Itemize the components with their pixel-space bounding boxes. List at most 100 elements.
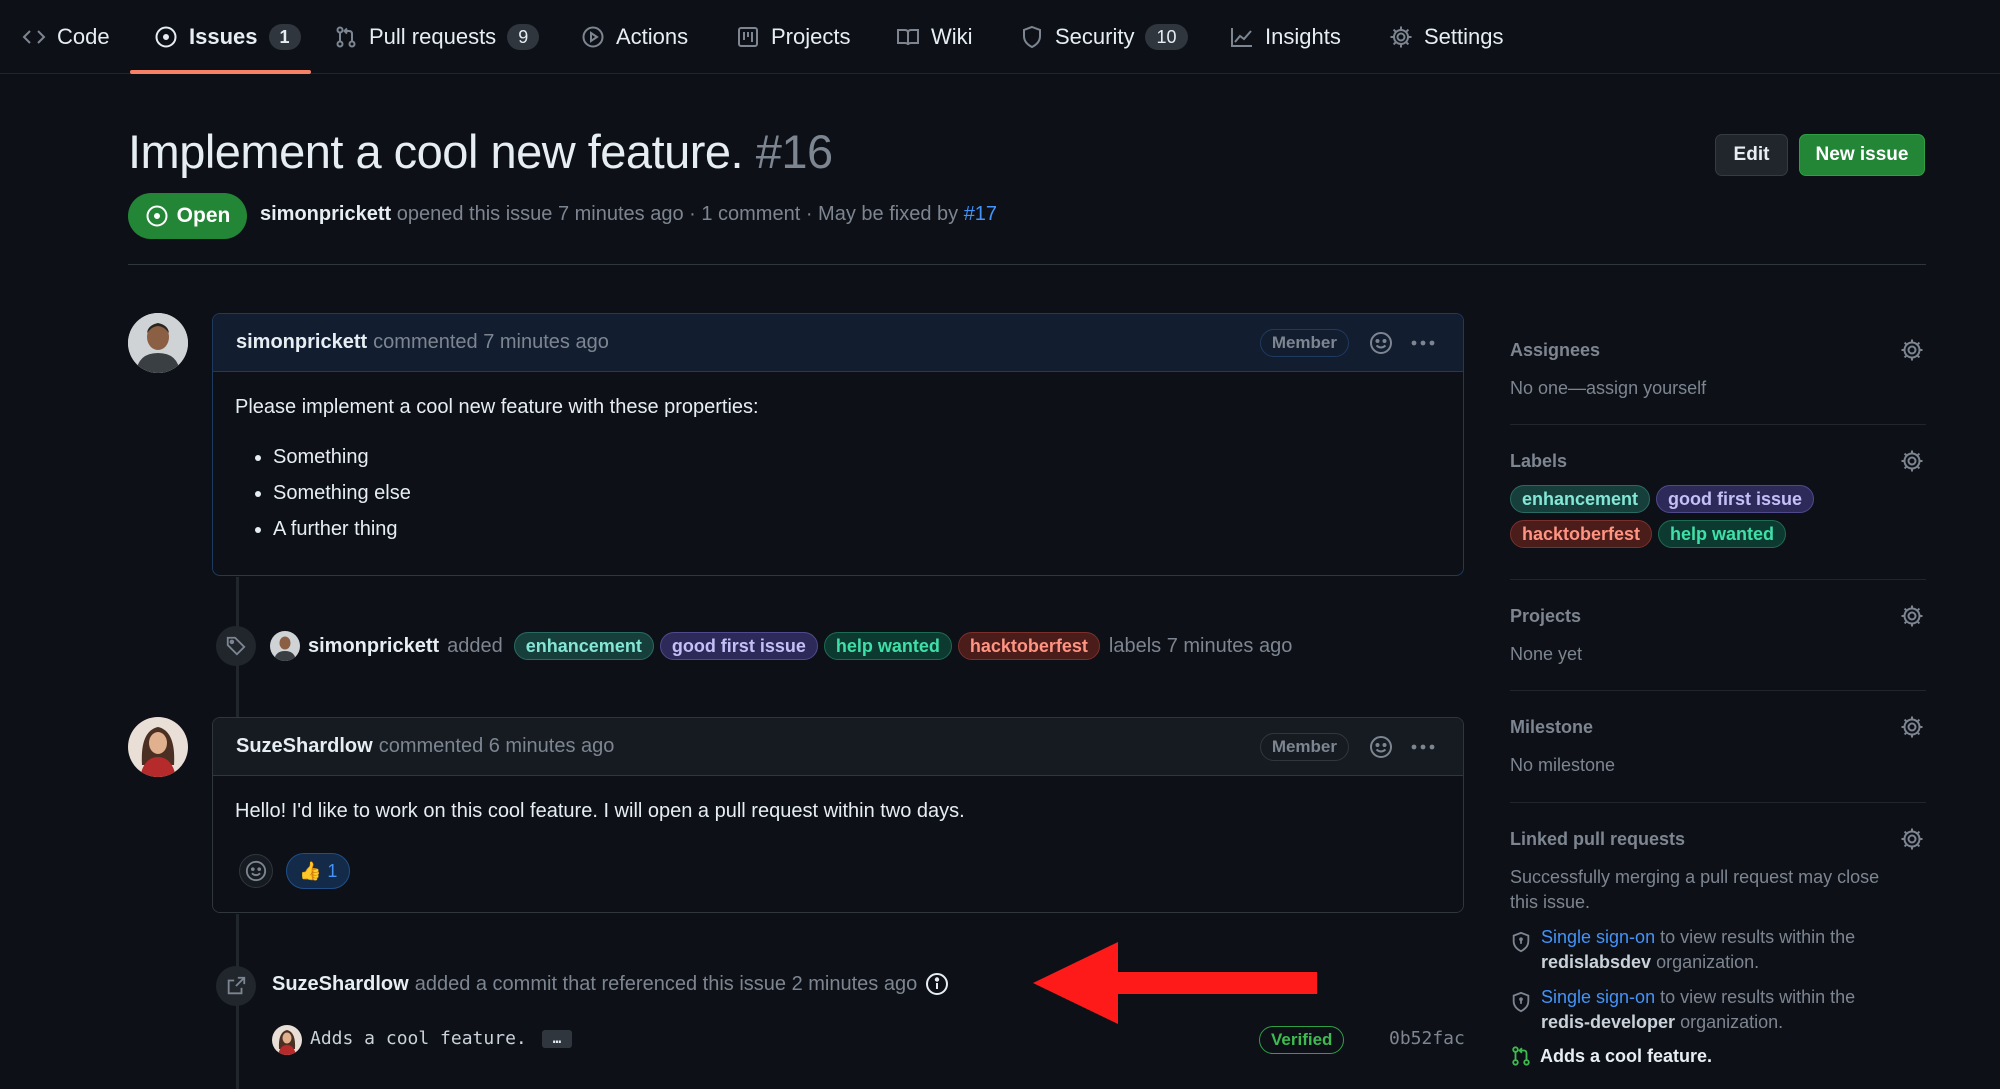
event-text: added a commit that referenced this issu… (414, 972, 918, 995)
tab-pull-requests[interactable]: Pull requests 9 (334, 0, 540, 74)
issue-title-text: Implement a cool new feature. (128, 125, 744, 178)
label-good-first-issue[interactable]: good first issue (1656, 485, 1815, 513)
single-sign-on-link[interactable]: Single sign-on (1541, 987, 1655, 1007)
gear-icon[interactable] (1900, 338, 1924, 362)
comment-time[interactable]: commented 6 minutes ago (379, 735, 615, 758)
event-suffix: labels 7 minutes ago (1108, 634, 1293, 657)
linked-prs-heading[interactable]: Linked pull requests (1510, 827, 1926, 851)
sso-org: redis-developer (1541, 1012, 1676, 1032)
tab-projects[interactable]: Projects (736, 0, 850, 74)
labels-heading[interactable]: Labels (1510, 449, 1926, 473)
commit-message-link[interactable]: Adds a cool feature. (310, 1028, 527, 1049)
sidebar-divider (1510, 424, 1926, 425)
avatar[interactable] (272, 1025, 302, 1055)
tab-label: Projects (771, 24, 851, 49)
tab-issues[interactable]: Issues 1 (154, 0, 301, 74)
tab-settings[interactable]: Settings (1389, 0, 1504, 74)
single-sign-on-link[interactable]: Single sign-on (1541, 927, 1655, 947)
kebab-horizontal-icon[interactable] (1410, 735, 1436, 759)
shield-lock-icon (1510, 991, 1532, 1013)
gear-icon[interactable] (1900, 604, 1924, 628)
smiley-icon[interactable] (1369, 331, 1393, 355)
avatar[interactable] (128, 717, 188, 777)
label-enhancement[interactable]: enhancement (513, 632, 654, 660)
add-reaction-button[interactable] (239, 854, 273, 888)
issue-number: #16 (755, 125, 833, 178)
comment-text: Please implement a cool new feature with… (235, 396, 759, 418)
gear-icon[interactable] (1900, 449, 1924, 473)
projects-value: None yet (1510, 644, 1583, 664)
info-icon[interactable] (925, 972, 949, 996)
verified-badge[interactable]: Verified (1259, 1026, 1345, 1054)
thumbs-up-reaction[interactable]: 👍 1 (286, 853, 351, 889)
event-actor[interactable]: simonprickett (308, 635, 439, 658)
tab-code[interactable]: Code (22, 0, 110, 74)
comment-time[interactable]: commented 7 minutes ago (373, 331, 609, 354)
issues-count: 1 (268, 24, 301, 50)
tab-label: Issues (189, 24, 258, 49)
smiley-icon (245, 860, 267, 882)
issue-meta: simonprickett opened this issue 7 minute… (260, 203, 997, 226)
comment-list: Something Something else A further thing (273, 439, 1441, 547)
label-event: simonprickett added enhancement good fir… (270, 630, 1292, 662)
issue-comment: simonprickett commented 7 minutes ago Me… (212, 313, 1464, 576)
sidebar-labels: Labels enhancement good first issue hack… (1510, 449, 1926, 548)
linked-pr-item[interactable]: Adds a cool feature. (1510, 1045, 1926, 1067)
reaction-count: 1 (327, 860, 338, 881)
shield-icon (1020, 25, 1044, 49)
tab-wiki[interactable]: Wiki (896, 0, 973, 74)
gear-icon (1389, 25, 1413, 49)
label-help-wanted[interactable]: help wanted (823, 632, 952, 660)
issue-state-badge: Open (128, 193, 247, 239)
expand-commit-button[interactable]: … (542, 1030, 572, 1048)
commit-event: SuzeShardlow added a commit that referen… (272, 968, 949, 1000)
gear-icon[interactable] (1900, 827, 1924, 851)
label-hacktoberfest[interactable]: hacktoberfest (957, 632, 1100, 660)
avatar[interactable] (128, 313, 188, 373)
issue-author-link[interactable]: simonprickett (260, 203, 391, 225)
label-good-first-issue[interactable]: good first issue (659, 632, 818, 660)
milestone-heading[interactable]: Milestone (1510, 715, 1926, 739)
tab-label: Settings (1424, 24, 1504, 49)
label-hacktoberfest[interactable]: hacktoberfest (1510, 520, 1653, 548)
linked-pr-title[interactable]: Adds a cool feature. (1540, 1046, 1712, 1067)
smiley-icon[interactable] (1369, 735, 1393, 759)
commit-sha-link[interactable]: 0b52fac (1389, 1028, 1465, 1049)
tab-security[interactable]: Security 10 (1020, 0, 1188, 74)
sso-text: to view results within the (1660, 987, 1856, 1007)
sso-notice: Single sign-on to view results within th… (1510, 985, 1926, 1035)
event-actor[interactable]: SuzeShardlow (272, 973, 409, 996)
tab-label: Code (57, 24, 110, 49)
assignees-heading[interactable]: Assignees (1510, 338, 1926, 362)
kebab-horizontal-icon[interactable] (1410, 331, 1436, 355)
comment-text: Hello! I'd like to work on this cool fea… (235, 800, 965, 822)
list-item: Something else (273, 475, 1441, 511)
new-issue-button[interactable]: New issue (1799, 134, 1925, 176)
tab-insights[interactable]: Insights (1230, 0, 1341, 74)
comment-author[interactable]: simonprickett (236, 331, 367, 354)
sidebar-divider (1510, 579, 1926, 580)
sso-notice: Single sign-on to view results within th… (1510, 925, 1926, 975)
linked-pr-link[interactable]: #17 (964, 203, 997, 225)
sidebar-milestone: Milestone No milestone (1510, 715, 1926, 778)
tab-label: Wiki (931, 24, 973, 49)
gear-icon[interactable] (1900, 715, 1924, 739)
pull-requests-count: 9 (507, 24, 540, 50)
tab-actions[interactable]: Actions (581, 0, 688, 74)
comment-author[interactable]: SuzeShardlow (236, 735, 373, 758)
label-enhancement[interactable]: enhancement (1510, 485, 1651, 513)
edit-button[interactable]: Edit (1715, 134, 1788, 176)
cross-reference-icon (216, 966, 256, 1006)
tag-icon (216, 626, 256, 666)
sso-org: redislabsdev (1541, 952, 1652, 972)
shield-lock-icon (1510, 931, 1532, 953)
label-help-wanted[interactable]: help wanted (1658, 520, 1787, 548)
issue-opened-icon (154, 25, 178, 49)
avatar[interactable] (270, 631, 300, 661)
project-icon (736, 25, 760, 49)
sidebar-assignees: Assignees No one—assign yourself (1510, 338, 1926, 401)
git-pull-request-icon (334, 25, 358, 49)
tab-label: Actions (616, 24, 689, 49)
projects-heading[interactable]: Projects (1510, 604, 1926, 628)
assignees-value[interactable]: No one—assign yourself (1510, 376, 1926, 401)
